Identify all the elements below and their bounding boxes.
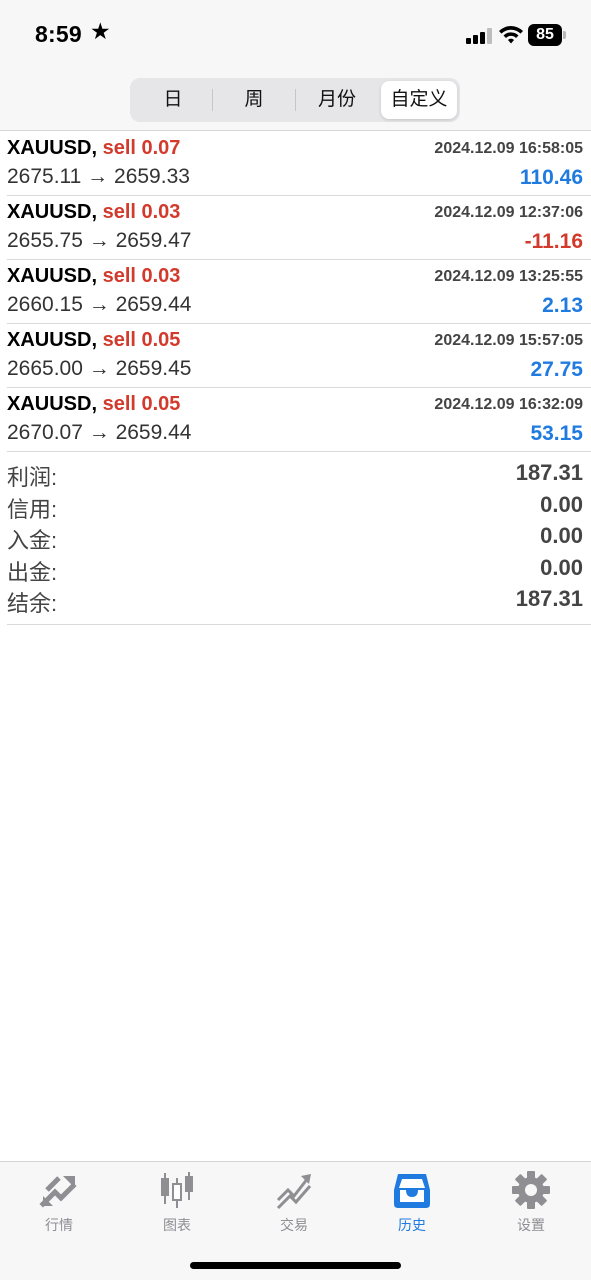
tab-label: 交易 xyxy=(280,1217,308,1233)
trade-symbol-line: XAUUSD, sell 0.03 xyxy=(7,201,180,224)
trade-symbol: XAUUSD, xyxy=(7,201,98,223)
summary-value: 0.00 xyxy=(540,523,583,548)
chart-icon xyxy=(161,1172,193,1208)
tab-label: 历史 xyxy=(398,1217,426,1233)
trade-profit: 2.13 xyxy=(542,294,583,317)
trade-side: sell 0.03 xyxy=(102,265,181,287)
header: 日 周 月份 自定义 xyxy=(0,70,591,131)
battery-icon: 85 xyxy=(528,24,566,46)
trade-symbol: XAUUSD, xyxy=(7,265,98,287)
trade-prices: 2675.11 → 2659.33 xyxy=(7,165,190,188)
trade-time: 2024.12.09 16:58:05 xyxy=(434,140,583,157)
summary-value: 0.00 xyxy=(540,491,583,517)
trade-symbol: XAUUSD, xyxy=(7,393,98,415)
trade-row[interactable]: XAUUSD, sell 0.03 2024.12.09 13:25:55 26… xyxy=(7,260,591,324)
trade-row[interactable]: XAUUSD, sell 0.07 2024.12.09 16:58:05 26… xyxy=(7,132,591,196)
trade-symbol-line: XAUUSD, sell 0.03 xyxy=(7,265,180,288)
tab-settings[interactable]: 设置 xyxy=(491,1170,571,1240)
segment-day[interactable]: 日 xyxy=(134,81,212,119)
trade-history-list: XAUUSD, sell 0.07 2024.12.09 16:58:05 26… xyxy=(0,132,591,452)
summary-row-credit: 信用: 0.00 xyxy=(7,492,591,524)
trade-symbol-line: XAUUSD, sell 0.07 xyxy=(7,137,180,160)
segment-month[interactable]: 月份 xyxy=(296,81,378,119)
account-summary: 利润: 187.31 信用: 0.00 入金: 0.00 出金: 0.00 结余… xyxy=(7,460,591,625)
summary-value: 187.31 xyxy=(515,586,583,611)
summary-label: 出金: xyxy=(7,559,58,585)
summary-label: 入金: xyxy=(7,528,58,553)
summary-value: 0.00 xyxy=(540,554,583,580)
history-icon xyxy=(394,1174,430,1208)
summary-value: 187.31 xyxy=(515,460,583,485)
trade-symbol-line: XAUUSD, sell 0.05 xyxy=(7,393,180,416)
trade-profit: 110.46 xyxy=(519,166,583,189)
status-bar: 8:59 ★ 85 xyxy=(0,0,591,70)
cellular-signal-icon xyxy=(466,28,492,44)
trade-time: 2024.12.09 15:57:05 xyxy=(434,332,583,349)
summary-row-profit: 利润: 187.31 xyxy=(7,460,591,492)
trade-prices: 2655.75 → 2659.47 xyxy=(7,229,192,252)
tab-history[interactable]: 历史 xyxy=(372,1170,452,1240)
wifi-icon xyxy=(498,24,524,44)
tab-quotes[interactable]: 行情 xyxy=(19,1170,99,1240)
star-icon: ★ xyxy=(90,18,111,44)
trade-time: 2024.12.09 16:32:09 xyxy=(434,396,583,413)
segment-custom[interactable]: 自定义 xyxy=(381,81,457,119)
battery-level: 85 xyxy=(536,26,554,43)
trade-row[interactable]: XAUUSD, sell 0.05 2024.12.09 15:57:05 26… xyxy=(7,324,591,388)
trade-symbol: XAUUSD, xyxy=(7,137,98,159)
trade-symbol: XAUUSD, xyxy=(7,329,98,351)
trade-profit: 27.75 xyxy=(530,358,583,381)
trade-side: sell 0.07 xyxy=(102,137,181,159)
trade-prices: 2670.07 → 2659.44 xyxy=(7,421,192,444)
tab-label: 设置 xyxy=(517,1217,545,1233)
trade-time: 2024.12.09 13:25:55 xyxy=(434,268,583,285)
summary-label: 结余: xyxy=(7,591,58,616)
screen: 8:59 ★ 85 日 周 月份 自定义 XAUUSD, sell 0.07 2… xyxy=(0,0,591,1280)
trade-profit: 53.15 xyxy=(530,422,583,445)
summary-row-balance: 结余: 187.31 xyxy=(7,586,591,618)
trade-side: sell 0.03 xyxy=(102,201,181,223)
summary-row-deposit: 入金: 0.00 xyxy=(7,523,591,555)
trade-side: sell 0.05 xyxy=(102,393,181,415)
trade-prices: 2665.00 → 2659.45 xyxy=(7,357,192,380)
status-time: 8:59 xyxy=(35,21,82,47)
tab-chart[interactable]: 图表 xyxy=(137,1170,217,1240)
trade-symbol-line: XAUUSD, sell 0.05 xyxy=(7,329,180,352)
trade-row[interactable]: XAUUSD, sell 0.03 2024.12.09 12:37:06 26… xyxy=(7,196,591,260)
period-segmented-control: 日 周 月份 自定义 xyxy=(130,78,460,122)
summary-label: 信用: xyxy=(7,496,58,522)
trade-row[interactable]: XAUUSD, sell 0.05 2024.12.09 16:32:09 26… xyxy=(7,388,591,452)
trade-prices: 2660.15 → 2659.44 xyxy=(7,293,192,316)
quotes-icon xyxy=(39,1176,77,1208)
segment-week[interactable]: 周 xyxy=(213,81,295,119)
tab-label: 行情 xyxy=(45,1217,73,1233)
tab-trade[interactable]: 交易 xyxy=(254,1170,334,1240)
summary-row-withdrawal: 出金: 0.00 xyxy=(7,555,591,587)
summary-label: 利润: xyxy=(7,465,58,490)
trade-icon xyxy=(276,1174,312,1210)
trade-time: 2024.12.09 12:37:06 xyxy=(434,204,583,221)
trade-side: sell 0.05 xyxy=(102,329,181,351)
home-indicator xyxy=(190,1262,401,1269)
trade-profit: -11.16 xyxy=(524,230,583,253)
settings-icon xyxy=(512,1171,550,1209)
tab-label: 图表 xyxy=(163,1217,191,1233)
